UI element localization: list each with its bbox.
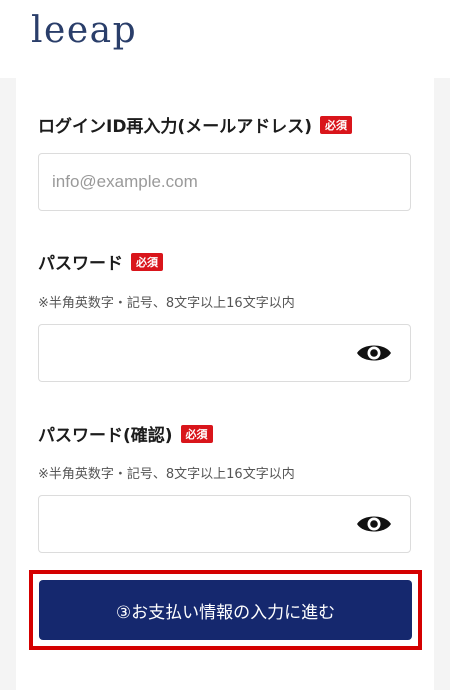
email-confirm-field-box	[38, 153, 411, 211]
password-confirm-hint: ※半角英数字・記号、8文字以上16文字以内	[38, 467, 295, 482]
password-confirm-field-box	[38, 495, 411, 553]
header: leeap	[0, 0, 450, 78]
password-label: パスワード 必須	[38, 249, 163, 274]
email-confirm-label: ログインID再入力(メールアドレス) 必須	[38, 112, 352, 137]
password-confirm-label-text: パスワード(確認)	[38, 426, 173, 446]
eye-icon[interactable]	[356, 512, 392, 536]
email-confirm-label-text: ログインID再入力(メールアドレス)	[38, 117, 312, 137]
proceed-to-payment-button[interactable]: ③お支払い情報の入力に進む	[39, 580, 412, 640]
password-label-text: パスワード	[38, 254, 123, 274]
logo[interactable]: leeap	[31, 10, 137, 51]
required-badge: 必須	[131, 252, 163, 271]
password-hint: ※半角英数字・記号、8文字以上16文字以内	[38, 296, 295, 311]
submit-highlight-frame: ③お支払い情報の入力に進む	[29, 570, 422, 650]
required-badge: 必須	[319, 115, 352, 134]
eye-icon[interactable]	[356, 341, 392, 365]
password-confirm-label: パスワード(確認) 必須	[38, 421, 213, 446]
required-badge: 必須	[180, 424, 213, 443]
email-confirm-input[interactable]	[39, 154, 352, 210]
password-input[interactable]	[39, 325, 352, 381]
password-field-box	[38, 324, 411, 382]
page: leeap ログインID再入力(メールアドレス) 必須 パスワード 必須 ※半角…	[0, 0, 450, 690]
password-confirm-input[interactable]	[39, 496, 352, 552]
